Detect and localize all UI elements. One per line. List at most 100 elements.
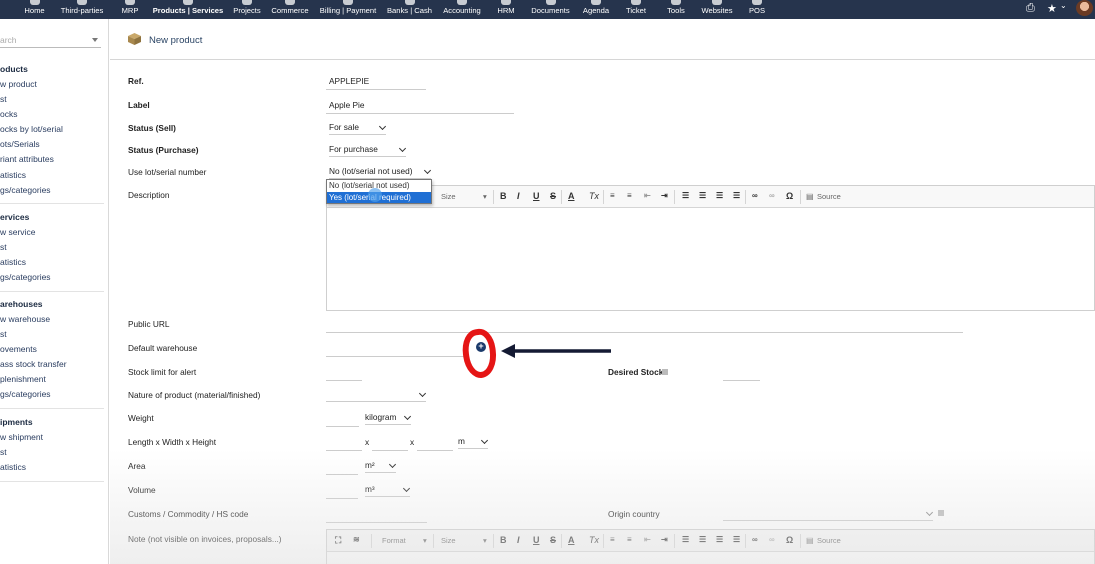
align-center-icon[interactable]: ☰ bbox=[699, 191, 706, 200]
nav-commerce[interactable]: Commerce bbox=[269, 0, 311, 19]
menu-search-select[interactable]: arch bbox=[0, 32, 101, 48]
ref-input[interactable]: APPLEPIE bbox=[329, 76, 369, 86]
weight-unit-select[interactable]: kilogram bbox=[365, 411, 412, 425]
menu-link-new-product[interactable]: w product bbox=[0, 77, 104, 92]
bold-button[interactable]: B bbox=[500, 191, 507, 201]
menu-head-shipments[interactable]: ipments bbox=[0, 415, 104, 430]
menu-link-shipment-list[interactable]: st bbox=[0, 445, 104, 460]
menu-link-lots-serials[interactable]: ots/Serials bbox=[0, 137, 104, 152]
align-right-icon[interactable]: ☰ bbox=[716, 535, 723, 544]
bold-button[interactable]: B bbox=[500, 535, 507, 545]
unlink-icon[interactable]: ∞ bbox=[769, 191, 775, 200]
menu-link-replenishment[interactable]: plenishment bbox=[0, 372, 104, 387]
nav-accounting[interactable]: Accounting bbox=[440, 0, 484, 19]
width-input[interactable] bbox=[372, 450, 408, 451]
link-icon[interactable]: ∞ bbox=[752, 535, 758, 544]
volume-input[interactable] bbox=[326, 498, 358, 499]
menu-link-stocks[interactable]: ocks bbox=[0, 107, 104, 122]
unlink-icon[interactable]: ∞ bbox=[769, 535, 775, 544]
nav-pos[interactable]: POS bbox=[746, 0, 768, 19]
strikethrough-button[interactable]: S bbox=[550, 191, 556, 201]
align-right-icon[interactable]: ☰ bbox=[716, 191, 723, 200]
height-input[interactable] bbox=[417, 450, 453, 451]
menu-link-product-statistics[interactable]: atistics bbox=[0, 168, 104, 183]
italic-button[interactable]: I bbox=[517, 535, 520, 545]
bookmark-caret-icon[interactable]: ⌄ bbox=[1060, 1, 1067, 15]
text-color-button[interactable]: A bbox=[568, 191, 575, 201]
italic-button[interactable]: I bbox=[517, 191, 520, 201]
nav-hrm[interactable]: HRM bbox=[494, 0, 518, 19]
nav-agenda[interactable]: Agenda bbox=[580, 0, 612, 19]
text-style-icon[interactable]: ≋ bbox=[353, 535, 360, 544]
default-warehouse-select[interactable] bbox=[326, 356, 466, 357]
menu-link-new-warehouse[interactable]: w warehouse bbox=[0, 312, 104, 327]
menu-link-service-list[interactable]: st bbox=[0, 240, 104, 255]
description-editor[interactable]: Size ▾ B I U S A Tx ≡ ≡ ⇤ ⇥ ☰ ☰ ☰ ☰ ∞ ∞ … bbox=[326, 185, 1095, 311]
add-warehouse-plus-icon[interactable]: + bbox=[476, 342, 486, 352]
nav-home[interactable]: Home bbox=[20, 0, 49, 19]
special-char-button[interactable]: Ω bbox=[786, 535, 793, 545]
public-url-input[interactable] bbox=[326, 332, 963, 333]
indent-icon[interactable]: ⇥ bbox=[661, 191, 668, 200]
format-dropdown[interactable]: Format bbox=[382, 536, 406, 545]
size-dropdown[interactable]: Size bbox=[441, 536, 456, 545]
outdent-icon[interactable]: ⇤ bbox=[644, 191, 651, 200]
menu-link-new-shipment[interactable]: w shipment bbox=[0, 430, 104, 445]
nav-documents[interactable]: Documents bbox=[528, 0, 573, 19]
special-char-button[interactable]: Ω bbox=[786, 191, 793, 201]
menu-link-shipment-statistics[interactable]: atistics bbox=[0, 460, 104, 475]
indent-icon[interactable]: ⇥ bbox=[661, 535, 668, 544]
link-icon[interactable]: ∞ bbox=[752, 191, 758, 200]
label-input[interactable]: Apple Pie bbox=[329, 100, 365, 110]
nav-ticket[interactable]: Ticket bbox=[622, 0, 650, 19]
menu-link-variant-attributes[interactable]: riant attributes bbox=[0, 152, 104, 167]
maximize-icon[interactable]: ⛶ bbox=[335, 535, 341, 546]
nav-billing-payment[interactable]: Billing | Payment bbox=[316, 0, 380, 19]
source-button[interactable]: Source bbox=[817, 192, 841, 201]
dimension-unit-select[interactable]: m bbox=[458, 435, 489, 449]
size-dropdown[interactable]: Size bbox=[441, 192, 456, 201]
volume-unit-select[interactable]: m³ bbox=[365, 483, 411, 497]
strikethrough-button[interactable]: S bbox=[550, 535, 556, 545]
desired-stock-input[interactable] bbox=[723, 380, 760, 381]
outdent-icon[interactable]: ⇤ bbox=[644, 535, 651, 544]
nav-products-services[interactable]: Products | Services bbox=[151, 0, 225, 19]
menu-head-services[interactable]: ervices bbox=[0, 210, 104, 225]
menu-head-products[interactable]: oducts bbox=[0, 62, 104, 77]
menu-link-warehouse-tags[interactable]: gs/categories bbox=[0, 387, 104, 402]
align-center-icon[interactable]: ☰ bbox=[699, 535, 706, 544]
source-button[interactable]: Source bbox=[817, 536, 841, 545]
numbered-list-icon[interactable]: ≡ bbox=[610, 191, 615, 200]
customs-code-input[interactable] bbox=[326, 522, 427, 523]
note-editor[interactable]: ⛶ ≋ Format ▾ Size ▾ B I U S A Tx ≡ ≡ ⇤ ⇥… bbox=[326, 529, 1095, 564]
lot-serial-select[interactable]: No (lot/serial not used) bbox=[329, 165, 432, 179]
remove-format-button[interactable]: Tx bbox=[589, 191, 599, 201]
status-sell-select[interactable]: For sale bbox=[329, 121, 387, 135]
menu-link-new-service[interactable]: w service bbox=[0, 225, 104, 240]
nav-projects[interactable]: Projects bbox=[230, 0, 264, 19]
text-color-button[interactable]: A bbox=[568, 535, 575, 545]
justify-icon[interactable]: ☰ bbox=[733, 535, 740, 544]
underline-button[interactable]: U bbox=[533, 535, 540, 545]
bullet-list-icon[interactable]: ≡ bbox=[627, 535, 632, 544]
avatar[interactable] bbox=[1076, 0, 1093, 16]
menu-link-warehouse-list[interactable]: st bbox=[0, 327, 104, 342]
nav-mrp[interactable]: MRP bbox=[116, 0, 144, 19]
bullet-list-icon[interactable]: ≡ bbox=[627, 191, 632, 200]
stock-alert-input[interactable] bbox=[326, 380, 362, 381]
underline-button[interactable]: U bbox=[533, 191, 540, 201]
menu-link-mass-stock-transfer[interactable]: ass stock transfer bbox=[0, 357, 104, 372]
menu-link-stocks-by-lot[interactable]: ocks by lot/serial bbox=[0, 122, 104, 137]
nav-websites[interactable]: Websites bbox=[698, 0, 736, 19]
length-input[interactable] bbox=[326, 450, 362, 451]
nature-select[interactable] bbox=[326, 388, 427, 402]
area-unit-select[interactable]: m² bbox=[365, 459, 397, 473]
menu-link-movements[interactable]: ovements bbox=[0, 342, 104, 357]
nav-banks-cash[interactable]: Banks | Cash bbox=[385, 0, 434, 19]
origin-country-select[interactable] bbox=[723, 507, 934, 521]
area-input[interactable] bbox=[326, 474, 358, 475]
menu-link-product-list[interactable]: st bbox=[0, 92, 104, 107]
print-icon[interactable]: ⎙ bbox=[1026, 2, 1035, 16]
align-left-icon[interactable]: ☰ bbox=[682, 535, 689, 544]
weight-input[interactable] bbox=[326, 426, 359, 427]
